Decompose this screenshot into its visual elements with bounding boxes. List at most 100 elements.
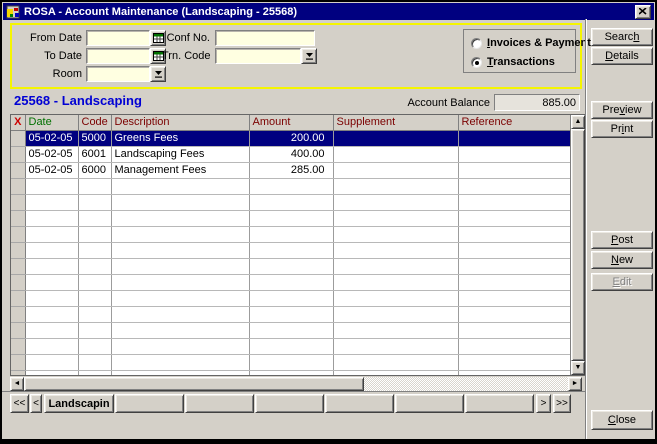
vertical-scroll-thumb[interactable] bbox=[571, 129, 585, 361]
cell-code[interactable] bbox=[78, 178, 112, 195]
cell-code[interactable] bbox=[78, 258, 112, 275]
cell-description[interactable] bbox=[111, 178, 250, 195]
cell-reference[interactable] bbox=[458, 146, 573, 163]
table-row[interactable]: 05-02-05 6000 Management Fees 285.00 bbox=[11, 162, 573, 179]
cell-reference[interactable] bbox=[458, 226, 573, 243]
cell-code[interactable] bbox=[78, 242, 112, 259]
cell-supplement[interactable] bbox=[333, 162, 459, 179]
table-row[interactable] bbox=[11, 242, 573, 259]
radio-transactions[interactable] bbox=[471, 56, 482, 68]
tab-empty[interactable] bbox=[465, 394, 534, 413]
cell-x[interactable] bbox=[11, 130, 26, 147]
cell-supplement[interactable] bbox=[333, 146, 459, 163]
table-row[interactable] bbox=[11, 338, 573, 355]
cell-supplement[interactable] bbox=[333, 194, 459, 211]
tab-last-button[interactable]: >> bbox=[553, 394, 571, 413]
cell-reference[interactable] bbox=[458, 370, 573, 375]
cell-date[interactable] bbox=[25, 306, 79, 323]
cell-code[interactable]: 6000 bbox=[78, 162, 112, 179]
table-row[interactable] bbox=[11, 258, 573, 275]
cell-description[interactable] bbox=[111, 242, 250, 259]
table-row[interactable] bbox=[11, 290, 573, 307]
cell-code[interactable] bbox=[78, 322, 112, 339]
cell-date[interactable] bbox=[25, 226, 79, 243]
cell-reference[interactable] bbox=[458, 210, 573, 227]
tab-prev-button[interactable]: < bbox=[30, 394, 42, 413]
scroll-down-icon[interactable]: ▼ bbox=[571, 361, 585, 375]
cell-supplement[interactable] bbox=[333, 290, 459, 307]
column-header-date[interactable]: Date bbox=[25, 115, 79, 131]
cell-amount[interactable] bbox=[249, 370, 334, 375]
trn-code-dropdown-button[interactable] bbox=[301, 48, 317, 64]
cell-reference[interactable] bbox=[458, 258, 573, 275]
cell-amount[interactable] bbox=[249, 338, 334, 355]
table-row[interactable] bbox=[11, 226, 573, 243]
trn-code-input[interactable] bbox=[215, 48, 301, 64]
cell-supplement[interactable] bbox=[333, 306, 459, 323]
cell-description[interactable] bbox=[111, 306, 250, 323]
cell-x[interactable] bbox=[11, 322, 26, 339]
cell-description[interactable] bbox=[111, 290, 250, 307]
cell-description[interactable] bbox=[111, 354, 250, 371]
radio-invoices-payments[interactable] bbox=[471, 37, 482, 49]
cell-code[interactable]: 5000 bbox=[78, 130, 112, 147]
cell-supplement[interactable] bbox=[333, 242, 459, 259]
tab-empty[interactable] bbox=[255, 394, 324, 413]
cell-amount[interactable] bbox=[249, 242, 334, 259]
horizontal-scroll-thumb[interactable] bbox=[24, 377, 364, 391]
cell-reference[interactable] bbox=[458, 322, 573, 339]
table-row[interactable] bbox=[11, 306, 573, 323]
cell-code[interactable] bbox=[78, 194, 112, 211]
cell-supplement[interactable] bbox=[333, 226, 459, 243]
print-button[interactable]: Pr i nt bbox=[591, 120, 653, 138]
table-row[interactable] bbox=[11, 274, 573, 291]
cell-amount[interactable]: 285.00 bbox=[249, 162, 334, 179]
cell-x[interactable] bbox=[11, 370, 26, 375]
cell-reference[interactable] bbox=[458, 242, 573, 259]
window-close-button[interactable] bbox=[635, 4, 651, 19]
tab-empty[interactable] bbox=[185, 394, 254, 413]
table-row[interactable] bbox=[11, 322, 573, 339]
cell-date[interactable] bbox=[25, 338, 79, 355]
cell-code[interactable] bbox=[78, 274, 112, 291]
cell-supplement[interactable] bbox=[333, 130, 459, 147]
cell-reference[interactable] bbox=[458, 162, 573, 179]
cell-amount[interactable] bbox=[249, 354, 334, 371]
cell-reference[interactable] bbox=[458, 306, 573, 323]
table-row[interactable] bbox=[11, 194, 573, 211]
post-button[interactable]: Post bbox=[591, 231, 653, 249]
cell-x[interactable] bbox=[11, 354, 26, 371]
cell-description[interactable] bbox=[111, 226, 250, 243]
preview-button[interactable]: Pre v iew bbox=[591, 101, 653, 119]
cell-date[interactable]: 05-02-05 bbox=[25, 162, 79, 179]
cell-amount[interactable] bbox=[249, 306, 334, 323]
room-dropdown-button[interactable] bbox=[150, 66, 166, 82]
cell-x[interactable] bbox=[11, 258, 26, 275]
cell-reference[interactable] bbox=[458, 274, 573, 291]
cell-x[interactable] bbox=[11, 146, 26, 163]
cell-description[interactable] bbox=[111, 274, 250, 291]
table-row[interactable]: 05-02-05 5000 Greens Fees 200.00 bbox=[11, 130, 573, 147]
cell-code[interactable] bbox=[78, 354, 112, 371]
cell-date[interactable] bbox=[25, 290, 79, 307]
cell-reference[interactable] bbox=[458, 290, 573, 307]
to-date-input[interactable] bbox=[86, 48, 150, 64]
cell-code[interactable] bbox=[78, 290, 112, 307]
search-button[interactable]: Searc h bbox=[591, 28, 653, 46]
tab-empty[interactable] bbox=[115, 394, 184, 413]
scroll-up-icon[interactable]: ▲ bbox=[571, 115, 585, 129]
cell-description[interactable] bbox=[111, 322, 250, 339]
cell-code[interactable] bbox=[78, 338, 112, 355]
new-button[interactable]: New bbox=[591, 251, 653, 269]
cell-date[interactable] bbox=[25, 210, 79, 227]
cell-code[interactable]: 6001 bbox=[78, 146, 112, 163]
tab-next-button[interactable]: > bbox=[536, 394, 551, 413]
column-header-x[interactable]: X bbox=[11, 115, 26, 131]
cell-code[interactable] bbox=[78, 306, 112, 323]
cell-supplement[interactable] bbox=[333, 178, 459, 195]
cell-amount[interactable] bbox=[249, 210, 334, 227]
cell-amount[interactable]: 400.00 bbox=[249, 146, 334, 163]
cell-reference[interactable] bbox=[458, 178, 573, 195]
table-row[interactable] bbox=[11, 210, 573, 227]
cell-reference[interactable] bbox=[458, 338, 573, 355]
